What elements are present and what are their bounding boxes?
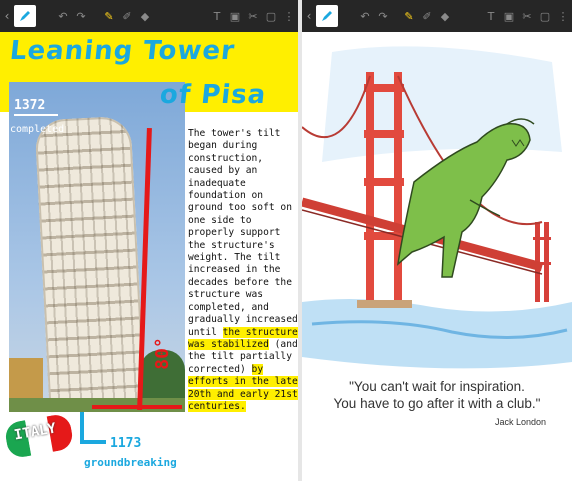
completed-underline [14,114,58,116]
pen-mode-icon[interactable] [316,5,338,27]
pencil-icon[interactable]: ✐ [418,10,436,23]
blue-bracket-horizontal [80,440,106,444]
undo-icon[interactable]: ↶ [54,10,72,23]
note-toolbar: ‹ ↶ ↷ ✎ ✐ ◆ T ▣ ✂ ▢ ⋮ [0,0,298,32]
more-icon[interactable]: ⋮ [280,10,298,23]
quote-text: "You can't wait for inspiration. You hav… [302,378,572,412]
completed-year: 1372 [14,98,46,113]
right-note-panel: ‹ ↶ ↷ ✎ ✐ ◆ T ▣ ✂ ▢ ⋮ "You can't wait fo… [302,0,572,481]
completed-label: completed [10,124,65,135]
redo-icon[interactable]: ↷ [72,10,90,23]
eraser-icon[interactable]: ◆ [136,10,154,23]
more-icon[interactable]: ⋮ [554,10,572,23]
left-note-panel: ‹ ↶ ↷ ✎ ✐ ◆ T ▣ ✂ ▢ ⋮ Leaning Tower of P… [0,0,298,481]
groundbreaking-year: 1173 [110,436,142,451]
page-title-line2: of Pisa [158,80,268,110]
quote-line-2: You have to go after it with a club." [333,396,541,411]
image-icon[interactable]: ▣ [500,10,518,23]
quote-line-1: "You can't wait for inspiration. [349,379,525,394]
pages-icon[interactable]: ▢ [262,10,280,23]
note-toolbar-right: ‹ ↶ ↷ ✎ ✐ ◆ T ▣ ✂ ▢ ⋮ [302,0,572,32]
pages-icon[interactable]: ▢ [536,10,554,23]
groundbreaking-label: groundbreaking [84,456,177,469]
note-text-1: The tower's tilt began during constructi… [188,128,298,338]
back-icon[interactable]: ‹ [304,9,314,23]
bridge-dinosaur-sketch [302,46,572,369]
redo-icon[interactable]: ↷ [374,10,392,23]
text-icon[interactable]: T [208,10,226,23]
eraser-icon[interactable]: ◆ [436,10,454,23]
undo-icon[interactable]: ↶ [356,10,374,23]
image-icon[interactable]: ▣ [226,10,244,23]
page-title-line1: Leaning Tower [8,36,237,66]
quote-author: Jack London [494,417,546,427]
text-icon[interactable]: T [482,10,500,23]
highlighter-icon[interactable]: ✎ [100,10,118,23]
angle-label: 80° [151,337,173,370]
blue-bracket-vertical [80,412,84,442]
history-note: The tower's tilt began during constructi… [188,128,298,413]
pen-mode-icon[interactable] [14,5,36,27]
scissors-icon[interactable]: ✂ [518,10,536,23]
scissors-icon[interactable]: ✂ [244,10,262,23]
back-icon[interactable]: ‹ [2,9,12,23]
tower-image [34,115,146,413]
pencil-icon[interactable]: ✐ [118,10,136,23]
red-baseline-marker [92,405,182,409]
highlighter-icon[interactable]: ✎ [400,10,418,23]
